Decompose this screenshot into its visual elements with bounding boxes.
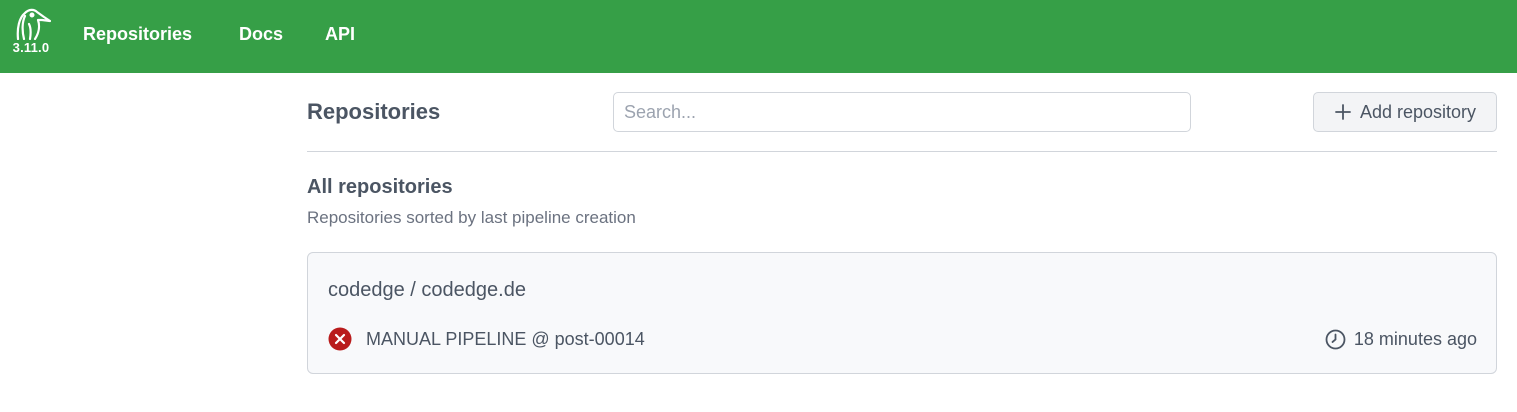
clock-icon xyxy=(1325,329,1346,350)
nav-api-link[interactable]: API xyxy=(325,22,355,46)
pipeline-time-row: 18 minutes ago xyxy=(1325,327,1477,351)
woodpecker-logo-icon xyxy=(16,8,51,40)
header-divider xyxy=(307,151,1497,152)
error-circle-icon xyxy=(328,327,352,351)
top-navbar: 3.11.0 Repositories Docs API xyxy=(0,0,1517,73)
brand-logo-link[interactable]: 3.11.0 xyxy=(8,6,54,66)
add-repository-button[interactable]: Add repository xyxy=(1313,92,1497,132)
search-input[interactable] xyxy=(613,92,1191,132)
repo-card[interactable]: codedge / codedge.de MANUAL PIPELINE @ p… xyxy=(307,252,1497,374)
add-repository-label: Add repository xyxy=(1359,101,1477,122)
plus-icon xyxy=(1334,103,1352,121)
pipeline-time: 18 minutes ago xyxy=(1353,329,1477,349)
pipeline-text: MANUAL PIPELINE @ post-00014 xyxy=(366,329,645,349)
nav-repositories-link[interactable]: Repositories xyxy=(83,22,192,46)
repo-name: codedge / codedge.de xyxy=(328,279,526,301)
app-version: 3.11.0 xyxy=(12,40,50,55)
section-subtitle: Repositories sorted by last pipeline cre… xyxy=(307,208,636,227)
pipeline-status-row: MANUAL PIPELINE @ post-00014 xyxy=(328,327,645,351)
page-title: Repositories xyxy=(307,99,441,124)
section-title: All repositories xyxy=(307,176,453,198)
nav-docs-link[interactable]: Docs xyxy=(239,22,283,46)
